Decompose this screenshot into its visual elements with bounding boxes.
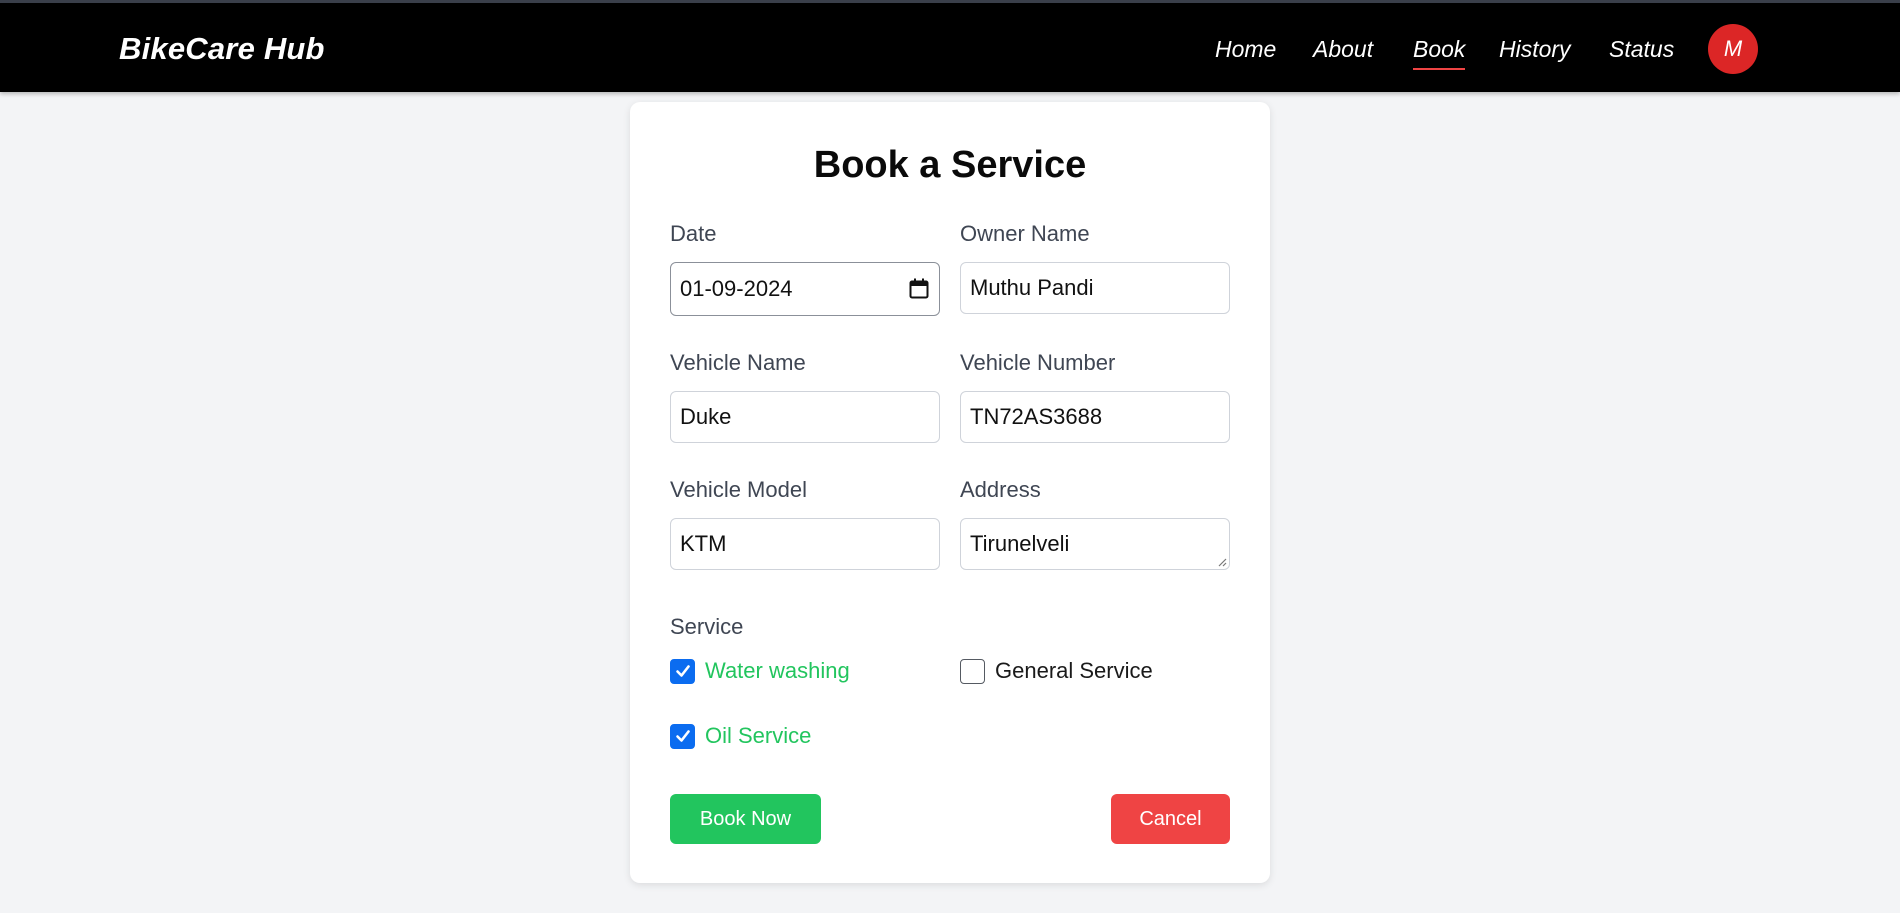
nav-home-link[interactable]: Home	[1215, 36, 1276, 68]
date-input[interactable]: 01-09-2024	[670, 262, 940, 316]
vehicle-name-input[interactable]: Duke	[670, 391, 940, 443]
date-value: 01-09-2024	[680, 276, 793, 301]
owner-name-value: Muthu Pandi	[970, 275, 1094, 300]
owner-name-input[interactable]: Muthu Pandi	[960, 262, 1230, 314]
nav-about-link[interactable]: About	[1313, 36, 1373, 68]
calendar-icon[interactable]	[909, 278, 929, 299]
nav-status-link[interactable]: Status	[1609, 36, 1674, 68]
water-washing-option[interactable]: Water washing	[670, 657, 850, 685]
general-service-checkbox[interactable]	[960, 658, 985, 684]
form-title: Book a Service	[813, 144, 1087, 186]
address-textarea[interactable]: Tirunelveli	[960, 518, 1230, 570]
service-label: Service	[670, 614, 744, 639]
booking-form-card: Book a Service Date 01-09-2024 Owner Nam…	[630, 102, 1270, 883]
nav-history-link[interactable]: History	[1499, 36, 1571, 68]
water-washing-checkbox[interactable]	[670, 658, 695, 684]
book-now-button[interactable]: Book Now	[670, 794, 821, 844]
water-washing-text: Water washing	[705, 658, 850, 683]
nav-book-link[interactable]: Book	[1413, 36, 1466, 70]
user-avatar[interactable]: M	[1708, 24, 1758, 74]
oil-service-option[interactable]: Oil Service	[670, 722, 811, 750]
vehicle-number-input[interactable]: TN72AS3688	[960, 391, 1230, 443]
top-navbar: BikeCare Hub Home About Book History Sta…	[0, 0, 1900, 92]
checkmark-icon	[675, 665, 690, 677]
address-label: Address	[960, 477, 1041, 502]
cancel-button[interactable]: Cancel	[1111, 794, 1230, 844]
brand-logo[interactable]: BikeCare Hub	[119, 31, 325, 67]
owner-name-label: Owner Name	[960, 221, 1090, 246]
vehicle-model-input[interactable]: KTM	[670, 518, 940, 570]
vehicle-number-value: TN72AS3688	[970, 404, 1103, 429]
checkmark-icon	[675, 730, 690, 742]
vehicle-name-label: Vehicle Name	[670, 350, 806, 375]
vehicle-name-value: Duke	[680, 404, 732, 429]
date-label: Date	[670, 221, 717, 246]
oil-service-text: Oil Service	[705, 723, 812, 748]
vehicle-model-label: Vehicle Model	[670, 477, 807, 502]
resize-handle-icon[interactable]	[1217, 557, 1227, 567]
oil-service-checkbox[interactable]	[670, 723, 695, 749]
general-service-text: General Service	[995, 658, 1153, 683]
vehicle-number-label: Vehicle Number	[960, 350, 1116, 375]
vehicle-model-value: KTM	[680, 531, 727, 556]
general-service-option[interactable]: General Service	[960, 657, 1153, 685]
address-value: Tirunelveli	[970, 531, 1070, 556]
